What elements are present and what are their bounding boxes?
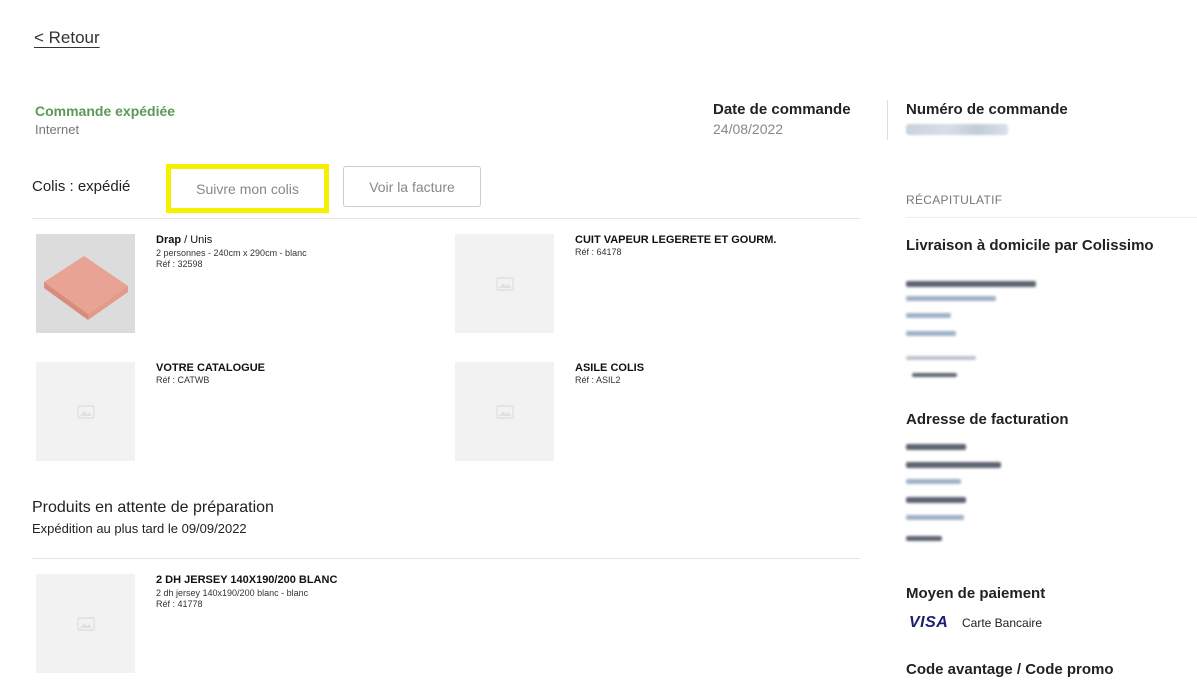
product-description: 2 personnes - 240cm x 290cm - blanc <box>156 248 307 258</box>
redacted-address-line <box>906 536 942 541</box>
divider <box>906 217 1197 218</box>
product-ref: Réf : 41778 <box>156 599 203 609</box>
view-invoice-button[interactable]: Voir la facture <box>343 166 481 207</box>
payment-method-label: Carte Bancaire <box>962 616 1043 630</box>
product-ref: Réf : ASIL2 <box>575 375 621 385</box>
product-ref: Réf : CATWB <box>156 375 210 385</box>
order-channel: Internet <box>35 122 80 137</box>
product-item: 2 DH JERSEY 140X190/200 BLANC 2 dh jerse… <box>36 574 436 674</box>
order-date-value: 24/08/2022 <box>713 121 784 137</box>
redacted-address-line <box>906 331 956 336</box>
product-item: Drap / Unis 2 personnes - 240cm x 290cm … <box>36 234 436 334</box>
product-ref: Réf : 32598 <box>156 259 203 269</box>
order-status: Commande expédiée Internet <box>35 103 175 137</box>
order-date: Date de commande 24/08/2022 <box>713 101 873 137</box>
colis-status: Colis : expédié <box>32 178 131 195</box>
divider <box>32 558 860 559</box>
redacted-address-line <box>906 515 964 520</box>
placeholder-image-icon <box>495 404 514 419</box>
order-status-title: Commande expédiée <box>35 103 176 119</box>
product-name: VOTRE CATALOGUE <box>156 362 265 374</box>
visa-logo-icon: VISA <box>909 614 949 631</box>
pending-subtitle: Expédition au plus tard le 09/09/2022 <box>32 521 247 536</box>
order-number-redacted <box>906 124 1008 135</box>
redacted-address-line <box>906 296 996 301</box>
product-image[interactable] <box>36 574 135 673</box>
product-item: VOTRE CATALOGUE Réf : CATWB <box>36 362 436 462</box>
placeholder-image-icon <box>76 404 95 419</box>
product-image[interactable] <box>455 362 554 461</box>
order-date-label: Date de commande <box>713 101 851 118</box>
product-name: 2 DH JERSEY 140X190/200 BLANC <box>156 574 338 586</box>
header-divider <box>887 100 888 140</box>
product-ref: Réf : 64178 <box>575 247 622 257</box>
pending-title: Produits en attente de préparation <box>32 499 274 516</box>
product-name: ASILE COLIS <box>575 362 645 374</box>
payment-heading: Moyen de paiement <box>906 585 1046 602</box>
product-image[interactable] <box>36 234 135 333</box>
pink-sheet-image <box>36 234 135 333</box>
placeholder-image-icon <box>76 616 95 631</box>
back-link[interactable]: < Retour <box>34 28 100 48</box>
redacted-address-line <box>906 497 966 503</box>
billing-heading: Adresse de facturation <box>906 411 1069 428</box>
product-name: Drap / Unis <box>156 234 213 246</box>
delivery-heading: Livraison à domicile par Colissimo <box>906 237 1154 254</box>
redacted-address-line <box>906 281 1036 287</box>
redacted-address-line <box>906 313 951 318</box>
order-number: Numéro de commande <box>906 101 1126 135</box>
divider <box>32 218 860 219</box>
redacted-address-line <box>906 356 976 360</box>
product-item: ASILE COLIS Réf : ASIL2 <box>455 362 855 462</box>
redacted-address-line <box>906 479 961 484</box>
track-package-button[interactable]: Suivre mon colis <box>166 164 329 213</box>
redacted-address-line <box>906 462 1001 468</box>
summary-title: RÉCAPITULATIF <box>906 193 1003 207</box>
redacted-address-line <box>912 373 957 377</box>
promo-heading: Code avantage / Code promo <box>906 661 1114 678</box>
product-item: CUIT VAPEUR LEGERETE ET GOURM. Réf : 641… <box>455 234 855 334</box>
product-image[interactable] <box>455 234 554 333</box>
product-name: CUIT VAPEUR LEGERETE ET GOURM. <box>575 234 777 246</box>
redacted-address-line <box>906 444 966 450</box>
product-description: 2 dh jersey 140x190/200 blanc - blanc <box>156 588 309 598</box>
order-number-label: Numéro de commande <box>906 101 1068 118</box>
product-image[interactable] <box>36 362 135 461</box>
placeholder-image-icon <box>495 276 514 291</box>
